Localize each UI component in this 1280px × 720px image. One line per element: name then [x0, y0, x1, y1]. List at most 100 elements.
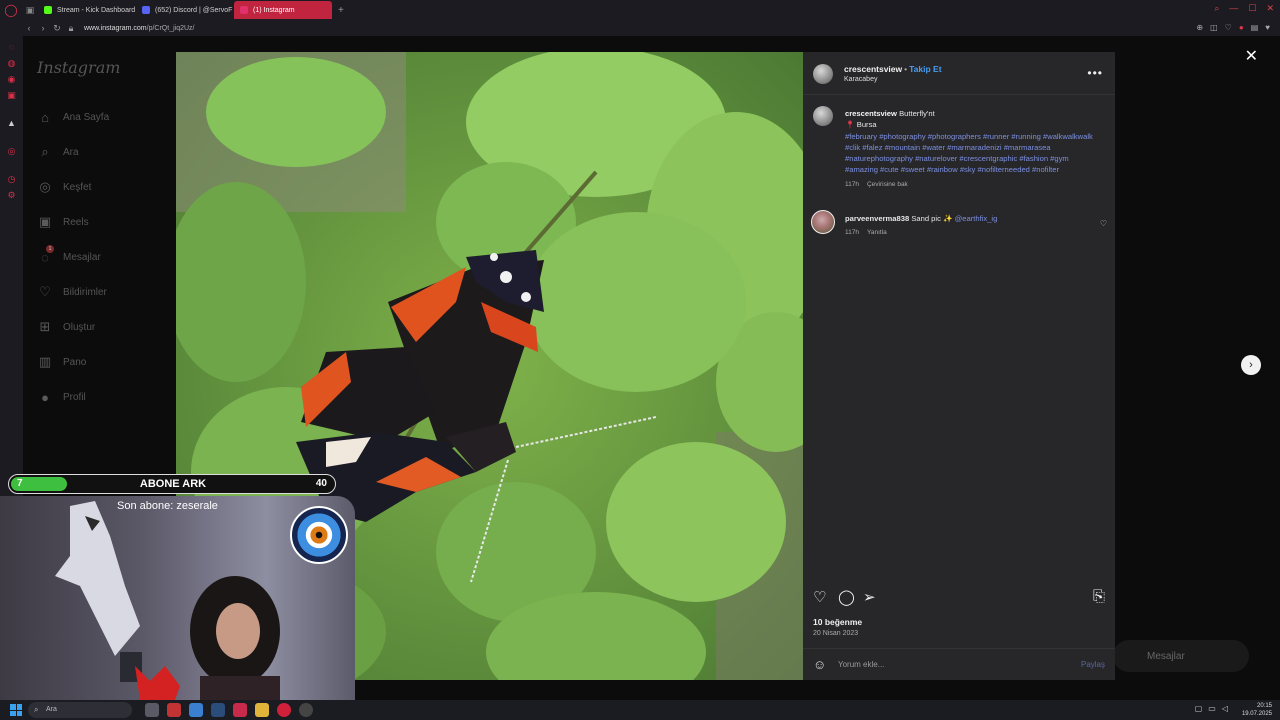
separator-dot: • [904, 64, 908, 74]
translate-link[interactable]: Çevirisine bak [867, 181, 908, 188]
heart-icon: ♡ [39, 284, 51, 299]
sidebar-home-icon[interactable]: ◌ [0, 42, 23, 52]
nav-explore[interactable]: ◎ Keşfet [37, 178, 91, 196]
sidebar-instagram-icon[interactable]: ▣ [0, 90, 23, 100]
clock-time: 20:15 [1256, 703, 1272, 709]
save-bookmark-icon[interactable]: ⎘ [1093, 588, 1105, 605]
like-count[interactable]: 10 beğenme [813, 617, 862, 627]
nav-dashboard[interactable]: ▥ Pano [37, 353, 87, 371]
comment-bubble-icon[interactable]: ◯ [838, 588, 855, 606]
kick-icon [44, 6, 52, 14]
nav-search[interactable]: ⌕ Ara [37, 143, 79, 161]
close-icon[interactable]: ✕ [1245, 46, 1258, 66]
instagram-logo[interactable]: Instagram [37, 58, 120, 77]
emoji-icon[interactable]: ☺ [813, 657, 826, 672]
close-window-button[interactable]: ✕ [1266, 3, 1274, 14]
adblock-icon[interactable]: ● [1239, 23, 1244, 32]
comment-meta: 117h Yanıtla [845, 229, 1095, 236]
windows-start-icon[interactable] [10, 704, 22, 716]
dashboard-icon: ▥ [38, 354, 52, 369]
extensions-icon[interactable]: ▤ [1251, 23, 1259, 32]
zoom-icon[interactable]: ⊕ [1196, 23, 1203, 32]
goal-label: ABONE ARK [139, 478, 207, 490]
caption-avatar[interactable] [813, 106, 833, 126]
nav-notifications[interactable]: ♡ Bildirimler [37, 283, 107, 301]
sidebar-ai-icon[interactable]: ▲ [0, 118, 23, 128]
post-comment-button[interactable]: Paylaş [1081, 660, 1105, 669]
search-icon: ⌕ [41, 144, 49, 159]
volume-icon[interactable]: ◁ [1222, 704, 1228, 713]
reels-icon: ▣ [38, 214, 52, 229]
steam-icon[interactable] [211, 703, 225, 717]
more-options-icon[interactable]: ••• [1087, 66, 1103, 80]
new-tab-button[interactable]: + [332, 5, 350, 16]
taskbar-search[interactable]: ⌕ Ara [28, 702, 132, 718]
nav-label: Ara [63, 146, 79, 158]
sidebar-gear-icon[interactable]: ⚙ [0, 190, 23, 200]
sparkle-emoji-icon: ✨ [943, 214, 953, 223]
caption-meta: 117h Çevirisine bak [845, 179, 1095, 190]
sidebar-music-icon[interactable]: ◎ [0, 146, 23, 156]
sub-goal-bar: 7 ABONE ARK 40 [8, 474, 336, 494]
pin-icon: 📍︎ [845, 120, 855, 130]
reload-button[interactable]: ↻ [50, 23, 64, 34]
nav-create[interactable]: ⊞ Oluştur [37, 318, 96, 336]
comment-mention[interactable]: @earthfix_ig [955, 214, 998, 223]
divider [803, 94, 1115, 95]
lock-icon: 🔒︎ [68, 22, 74, 33]
like-heart-icon[interactable]: ♡ [813, 588, 826, 606]
author-username[interactable]: crescentsview [844, 64, 902, 74]
app-icon[interactable] [299, 703, 313, 717]
nav-label: Pano [63, 356, 87, 368]
favorites-icon[interactable]: ♥ [1265, 23, 1270, 32]
app-icon[interactable] [189, 703, 203, 717]
opera-logo-icon[interactable]: ◯ [0, 0, 22, 20]
comment-input[interactable]: Yorum ekle... [838, 660, 884, 669]
tab-kick[interactable]: Stream - Kick Dashboard [38, 1, 136, 19]
bookmark-icon[interactable]: ♡ [1225, 23, 1232, 32]
taskbar-clock[interactable]: 20:15 19.07.2025 [1242, 702, 1272, 718]
opera-icon[interactable] [277, 703, 291, 717]
url-host: www.instagram.com [84, 24, 147, 32]
goal-target: 40 [315, 478, 327, 489]
messages-pill[interactable]: Mesajlar [1113, 640, 1249, 672]
avatar: ● [41, 389, 49, 405]
caption-time: 117h [845, 180, 859, 188]
sidebar-messenger-icon[interactable]: ◍ [0, 58, 23, 68]
sidebar-chat-icon[interactable]: ◉ [0, 74, 23, 84]
chat-icon[interactable]: ▢ [1195, 704, 1203, 713]
url-field[interactable]: www.instagram.com/p/CrQt_jiq2Uz/ [84, 25, 195, 32]
tab-discord[interactable]: (652) Discord | @ServoF [136, 1, 234, 19]
comment-like-heart-icon[interactable]: ♡ [1100, 219, 1107, 228]
share-send-icon[interactable]: ➢ [863, 588, 876, 606]
tab-instagram[interactable]: (1) Instagram [234, 1, 332, 19]
evil-eye-logo [290, 506, 348, 564]
follow-button[interactable]: Takip Et [909, 64, 941, 74]
comment-time: 117h [845, 229, 859, 236]
back-button[interactable]: ‹ [22, 23, 36, 33]
reply-link[interactable]: Yanıtla [867, 229, 887, 236]
folder-icon[interactable] [255, 703, 269, 717]
caption-hashtags[interactable]: #february #photography #photographers #r… [845, 132, 1093, 175]
app-icon[interactable] [145, 703, 159, 717]
minimize-button[interactable]: — [1229, 3, 1238, 14]
camera-icon[interactable]: ◫ [1210, 23, 1218, 32]
author-avatar[interactable] [813, 64, 833, 84]
post-location[interactable]: Karacabey [844, 76, 877, 83]
nav-reels[interactable]: ▣ Reels [37, 213, 89, 231]
commenter-username[interactable]: parveenverma838 [845, 214, 909, 223]
sidebar-history-icon[interactable]: ◷ [0, 174, 23, 184]
comment-composer: ☺ Yorum ekle... Paylaş [803, 648, 1115, 680]
network-icon[interactable]: ▭ [1208, 704, 1216, 713]
app-icon[interactable] [167, 703, 181, 717]
commenter-avatar[interactable] [811, 210, 835, 234]
nav-profile[interactable]: ● Profil [37, 388, 86, 406]
tab-menu-icon[interactable]: ▣ [22, 0, 38, 20]
app-icon[interactable] [233, 703, 247, 717]
forward-button[interactable]: › [36, 23, 50, 33]
nav-home[interactable]: ⌂ Ana Sayfa [37, 108, 109, 126]
search-tabs-icon[interactable]: ⌕ [1214, 3, 1219, 14]
chevron-right-icon[interactable]: › [1241, 355, 1261, 375]
caption-username[interactable]: crescentsview [845, 109, 897, 118]
maximize-button[interactable]: ☐ [1248, 3, 1256, 14]
